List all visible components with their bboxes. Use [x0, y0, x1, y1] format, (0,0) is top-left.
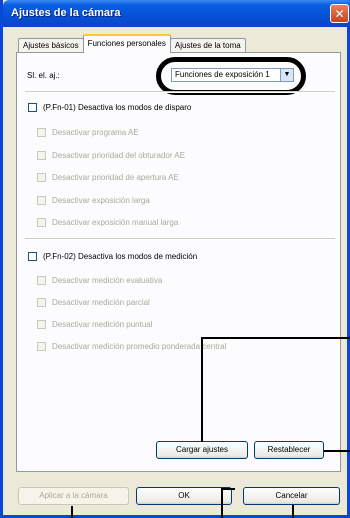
- pfn01-checkbox-row[interactable]: (P.Fn-01) Desactiva los modos de disparo: [28, 103, 191, 112]
- checkbox[interactable]: [37, 298, 46, 307]
- checkbox-label: Desactivar programa AE: [52, 128, 139, 137]
- selector-label: Sl. el. aj.:: [27, 71, 60, 80]
- ok-button[interactable]: OK: [136, 487, 232, 505]
- disable-evaluative-metering-checkbox[interactable]: Desactivar medición evaluativa: [37, 276, 162, 285]
- close-button[interactable]: ✕: [330, 4, 349, 23]
- callout-line: [292, 505, 294, 518]
- checkbox-label: Desactivar prioridad del obturador AE: [52, 151, 185, 160]
- checkbox-label: Desactivar exposición larga: [52, 196, 150, 205]
- checkbox[interactable]: [37, 151, 46, 160]
- checkbox[interactable]: [37, 276, 46, 285]
- disable-shutter-priority-checkbox[interactable]: Desactivar prioridad del obturador AE: [37, 151, 185, 160]
- tab-shooting-settings[interactable]: Ajustes de la toma: [169, 38, 246, 53]
- close-icon: ✕: [334, 7, 345, 21]
- checkbox[interactable]: [37, 342, 46, 351]
- apply-to-camera-button[interactable]: Aplicar a la cámara: [18, 487, 129, 505]
- pfn02-label: (P.Fn-02) Desactiva los modos de medició…: [43, 252, 198, 261]
- tab-basic-settings[interactable]: Ajustes básicos: [18, 38, 84, 53]
- callout-line: [324, 450, 350, 452]
- checkbox-label: Desactivar medición parcial: [52, 298, 150, 307]
- checkbox[interactable]: [28, 252, 37, 261]
- tab-personal-functions[interactable]: Funciones personales: [82, 34, 171, 53]
- load-settings-button[interactable]: Cargar ajustes: [156, 441, 248, 459]
- callout-line: [201, 337, 350, 339]
- callout-line: [221, 488, 223, 518]
- disable-partial-metering-checkbox[interactable]: Desactivar medición parcial: [37, 298, 150, 307]
- checkbox-label: Desactivar prioridad de apertura AE: [52, 173, 179, 182]
- checkbox-label: Desactivar exposición manual larga: [52, 218, 179, 227]
- cancel-button[interactable]: Cancelar: [243, 487, 340, 505]
- disable-aperture-priority-checkbox[interactable]: Desactivar prioridad de apertura AE: [37, 173, 179, 182]
- reset-button[interactable]: Restablecer: [254, 441, 324, 459]
- disable-long-manual-exposure-checkbox[interactable]: Desactivar exposición manual larga: [37, 218, 178, 227]
- callout-line: [201, 337, 203, 442]
- window-title: Ajustes de la cámara: [11, 7, 121, 19]
- pfn01-label: (P.Fn-01) Desactiva los modos de disparo: [43, 103, 192, 112]
- divider: [25, 91, 335, 93]
- divider: [25, 238, 335, 240]
- checkbox[interactable]: [37, 320, 46, 329]
- title-bar[interactable]: Ajustes de la cámara ✕: [3, 0, 350, 27]
- callout-line: [71, 506, 73, 518]
- checkbox[interactable]: [28, 103, 37, 112]
- checkbox[interactable]: [37, 196, 46, 205]
- checkbox-label: Desactivar medición evaluativa: [52, 276, 163, 285]
- disable-center-weighted-metering-checkbox[interactable]: Desactivar medición promedio ponderada c…: [37, 342, 226, 351]
- tab-bar: Ajustes básicos Funciones personales Aju…: [18, 34, 246, 53]
- disable-spot-metering-checkbox[interactable]: Desactivar medición puntual: [37, 320, 153, 329]
- disable-program-ae-checkbox[interactable]: Desactivar programa AE: [37, 128, 139, 137]
- highlight-oval: [156, 57, 306, 95]
- checkbox[interactable]: [37, 128, 46, 137]
- tab-panel: [16, 52, 341, 472]
- disable-long-exposure-checkbox[interactable]: Desactivar exposición larga: [37, 196, 150, 205]
- checkbox-label: Desactivar medición puntual: [52, 320, 153, 329]
- pfn02-checkbox-row[interactable]: (P.Fn-02) Desactiva los modos de medició…: [28, 252, 197, 261]
- dialog-window: Ajustes de la cámara ✕ Ajustes básicos F…: [0, 0, 350, 518]
- checkbox[interactable]: [37, 218, 46, 227]
- checkbox[interactable]: [37, 173, 46, 182]
- callout-line: [221, 488, 235, 490]
